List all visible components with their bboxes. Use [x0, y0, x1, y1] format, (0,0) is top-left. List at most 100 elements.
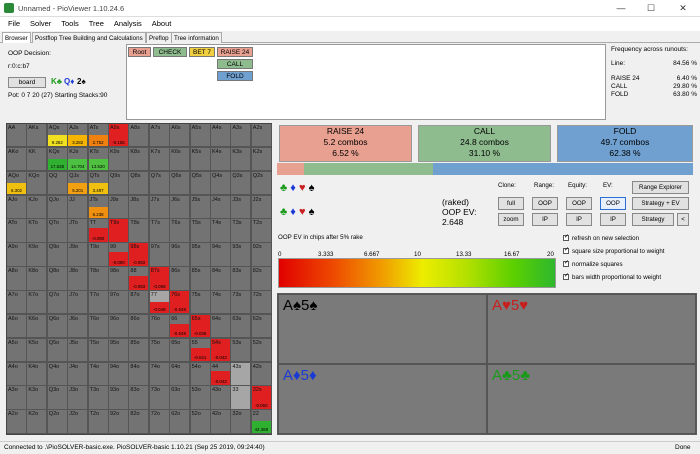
hand-cell[interactable]: 72o: [149, 410, 170, 434]
ev-ip-button[interactable]: IP: [600, 213, 626, 226]
hand-cell[interactable]: -0.041 55: [190, 338, 211, 363]
hand-cell[interactable]: 73o: [149, 386, 170, 410]
hand-cell[interactable]: 3.497 QTs: [88, 171, 109, 196]
hand-cell[interactable]: 5.201 QJs: [68, 171, 89, 196]
hand-cell[interactable]: -0.090 TT: [88, 219, 109, 243]
hand-cell[interactable]: 53o: [190, 386, 211, 410]
hand-cell[interactable]: 42o: [211, 410, 231, 434]
hand-cell[interactable]: 83s: [231, 267, 252, 291]
bars-width-checkbox[interactable]: bars width proportional to weight: [563, 272, 661, 281]
hand-cell[interactable]: 97s: [149, 243, 170, 267]
tree-node-check[interactable]: CHECK: [153, 47, 187, 57]
hand-cell[interactable]: 75s: [190, 290, 211, 315]
hand-cell[interactable]: -0.048 66: [170, 314, 191, 339]
hand-cell[interactable]: J5o: [68, 338, 89, 363]
hand-cell[interactable]: J4o: [68, 362, 89, 386]
combo-cell[interactable]: A♦5♦: [278, 364, 487, 434]
hand-cell[interactable]: T8s: [129, 219, 150, 243]
hand-cell[interactable]: T4s: [211, 219, 231, 243]
combo-cell[interactable]: A♠5♠: [278, 294, 487, 364]
hand-cell[interactable]: 64o: [170, 362, 191, 386]
hand-cell[interactable]: 86s: [170, 267, 191, 291]
hand-cell[interactable]: A4s: [211, 124, 231, 148]
hand-cell[interactable]: T5o: [88, 338, 109, 363]
full-button[interactable]: full: [498, 197, 524, 210]
hand-cell[interactable]: T9s: [109, 219, 129, 243]
menu-tree[interactable]: Tree: [89, 17, 104, 31]
hand-cell[interactable]: K4s: [211, 147, 231, 172]
hand-cell[interactable]: 17.638 KQs: [47, 147, 68, 172]
hand-cell[interactable]: K8o: [27, 267, 48, 291]
hand-cell[interactable]: Q9o: [47, 243, 68, 267]
hand-cell[interactable]: 87o: [129, 290, 150, 315]
hand-cell[interactable]: J4s: [211, 195, 231, 219]
hand-cell[interactable]: Q7o: [47, 290, 68, 315]
hand-cell[interactable]: 94o: [109, 362, 129, 386]
hand-cell[interactable]: 82o: [129, 410, 150, 434]
hand-cell[interactable]: -0.038 65s: [190, 314, 211, 339]
hand-cell[interactable]: 32o: [231, 410, 252, 434]
hand-cell[interactable]: 96o: [109, 314, 129, 339]
hand-cell[interactable]: AA: [7, 124, 27, 148]
hand-cell[interactable]: J5s: [190, 195, 211, 219]
hand-cell[interactable]: J8o: [68, 267, 89, 291]
hand-cell[interactable]: T6s: [170, 219, 191, 243]
hand-cell[interactable]: A5s: [190, 124, 211, 148]
zoom-button[interactable]: zoom: [498, 213, 524, 226]
hand-cell[interactable]: Q5s: [190, 171, 211, 196]
menu-analysis[interactable]: Analysis: [114, 17, 142, 31]
hand-cell[interactable]: A6o: [7, 314, 27, 339]
tab-tree-information[interactable]: Tree information: [171, 32, 222, 43]
hand-cell[interactable]: 74o: [149, 362, 170, 386]
hand-cell[interactable]: 13.530 KTs: [88, 147, 109, 172]
hand-cell[interactable]: QQ: [47, 171, 68, 196]
hand-cell[interactable]: 72s: [251, 290, 272, 315]
range-oop-button[interactable]: OOP: [532, 197, 558, 210]
hand-cell[interactable]: JJ: [68, 195, 89, 219]
hand-cell[interactable]: 43s: [231, 362, 252, 386]
hand-cell[interactable]: T7s: [149, 219, 170, 243]
hand-cell[interactable]: -0.043 44: [211, 362, 231, 386]
hand-cell[interactable]: Q4o: [47, 362, 68, 386]
hand-cell[interactable]: AJo: [7, 195, 27, 219]
hand-cell[interactable]: A7o: [7, 290, 27, 315]
action-box-call[interactable]: CALL 24.8 combos 31.10 %: [418, 125, 551, 162]
hand-cell[interactable]: A9o: [7, 243, 27, 267]
tree-node-root[interactable]: Root: [128, 47, 151, 57]
hand-cell[interactable]: Q3o: [47, 386, 68, 410]
hand-cell[interactable]: 62o: [170, 410, 191, 434]
combo-cell[interactable]: A♥5♥: [487, 294, 696, 364]
hand-cell[interactable]: 96s: [170, 243, 191, 267]
hand-cell[interactable]: Q9s: [109, 171, 129, 196]
hand-cell[interactable]: 93o: [109, 386, 129, 410]
hand-cell[interactable]: AKs: [27, 124, 48, 148]
hand-cell[interactable]: K3o: [27, 386, 48, 410]
club-icon[interactable]: ♣: [280, 182, 287, 194]
hand-cell[interactable]: QJo: [47, 195, 68, 219]
hand-cell[interactable]: 52o: [190, 410, 211, 434]
hand-cell[interactable]: 42s: [251, 362, 272, 386]
hand-cell[interactable]: 92o: [109, 410, 129, 434]
hand-cell[interactable]: 95s: [190, 243, 211, 267]
hand-cell[interactable]: J9s: [109, 195, 129, 219]
menu-file[interactable]: File: [8, 17, 20, 31]
hand-cell[interactable]: A5o: [7, 338, 27, 363]
hand-cell[interactable]: K6s: [170, 147, 191, 172]
hand-cell[interactable]: 64s: [211, 314, 231, 339]
hand-cell[interactable]: K5s: [190, 147, 211, 172]
hand-cell[interactable]: 98o: [109, 267, 129, 291]
hand-cell[interactable]: T4o: [88, 362, 109, 386]
normalize-checkbox[interactable]: normalize squares: [563, 259, 623, 268]
range-ip-button[interactable]: IP: [532, 213, 558, 226]
hand-cell[interactable]: J7o: [68, 290, 89, 315]
hand-cell[interactable]: Q7s: [149, 171, 170, 196]
hand-cell[interactable]: Q4s: [211, 171, 231, 196]
hand-cell[interactable]: Q3s: [231, 171, 252, 196]
hand-cell[interactable]: T7o: [88, 290, 109, 315]
hand-cell[interactable]: 53s: [231, 338, 252, 363]
tab-browser[interactable]: Browser: [2, 32, 31, 43]
hand-cell[interactable]: Q2o: [47, 410, 68, 434]
hand-cell[interactable]: ATo: [7, 219, 27, 243]
hand-cell[interactable]: QTo: [47, 219, 68, 243]
hand-cell[interactable]: KJo: [27, 195, 48, 219]
